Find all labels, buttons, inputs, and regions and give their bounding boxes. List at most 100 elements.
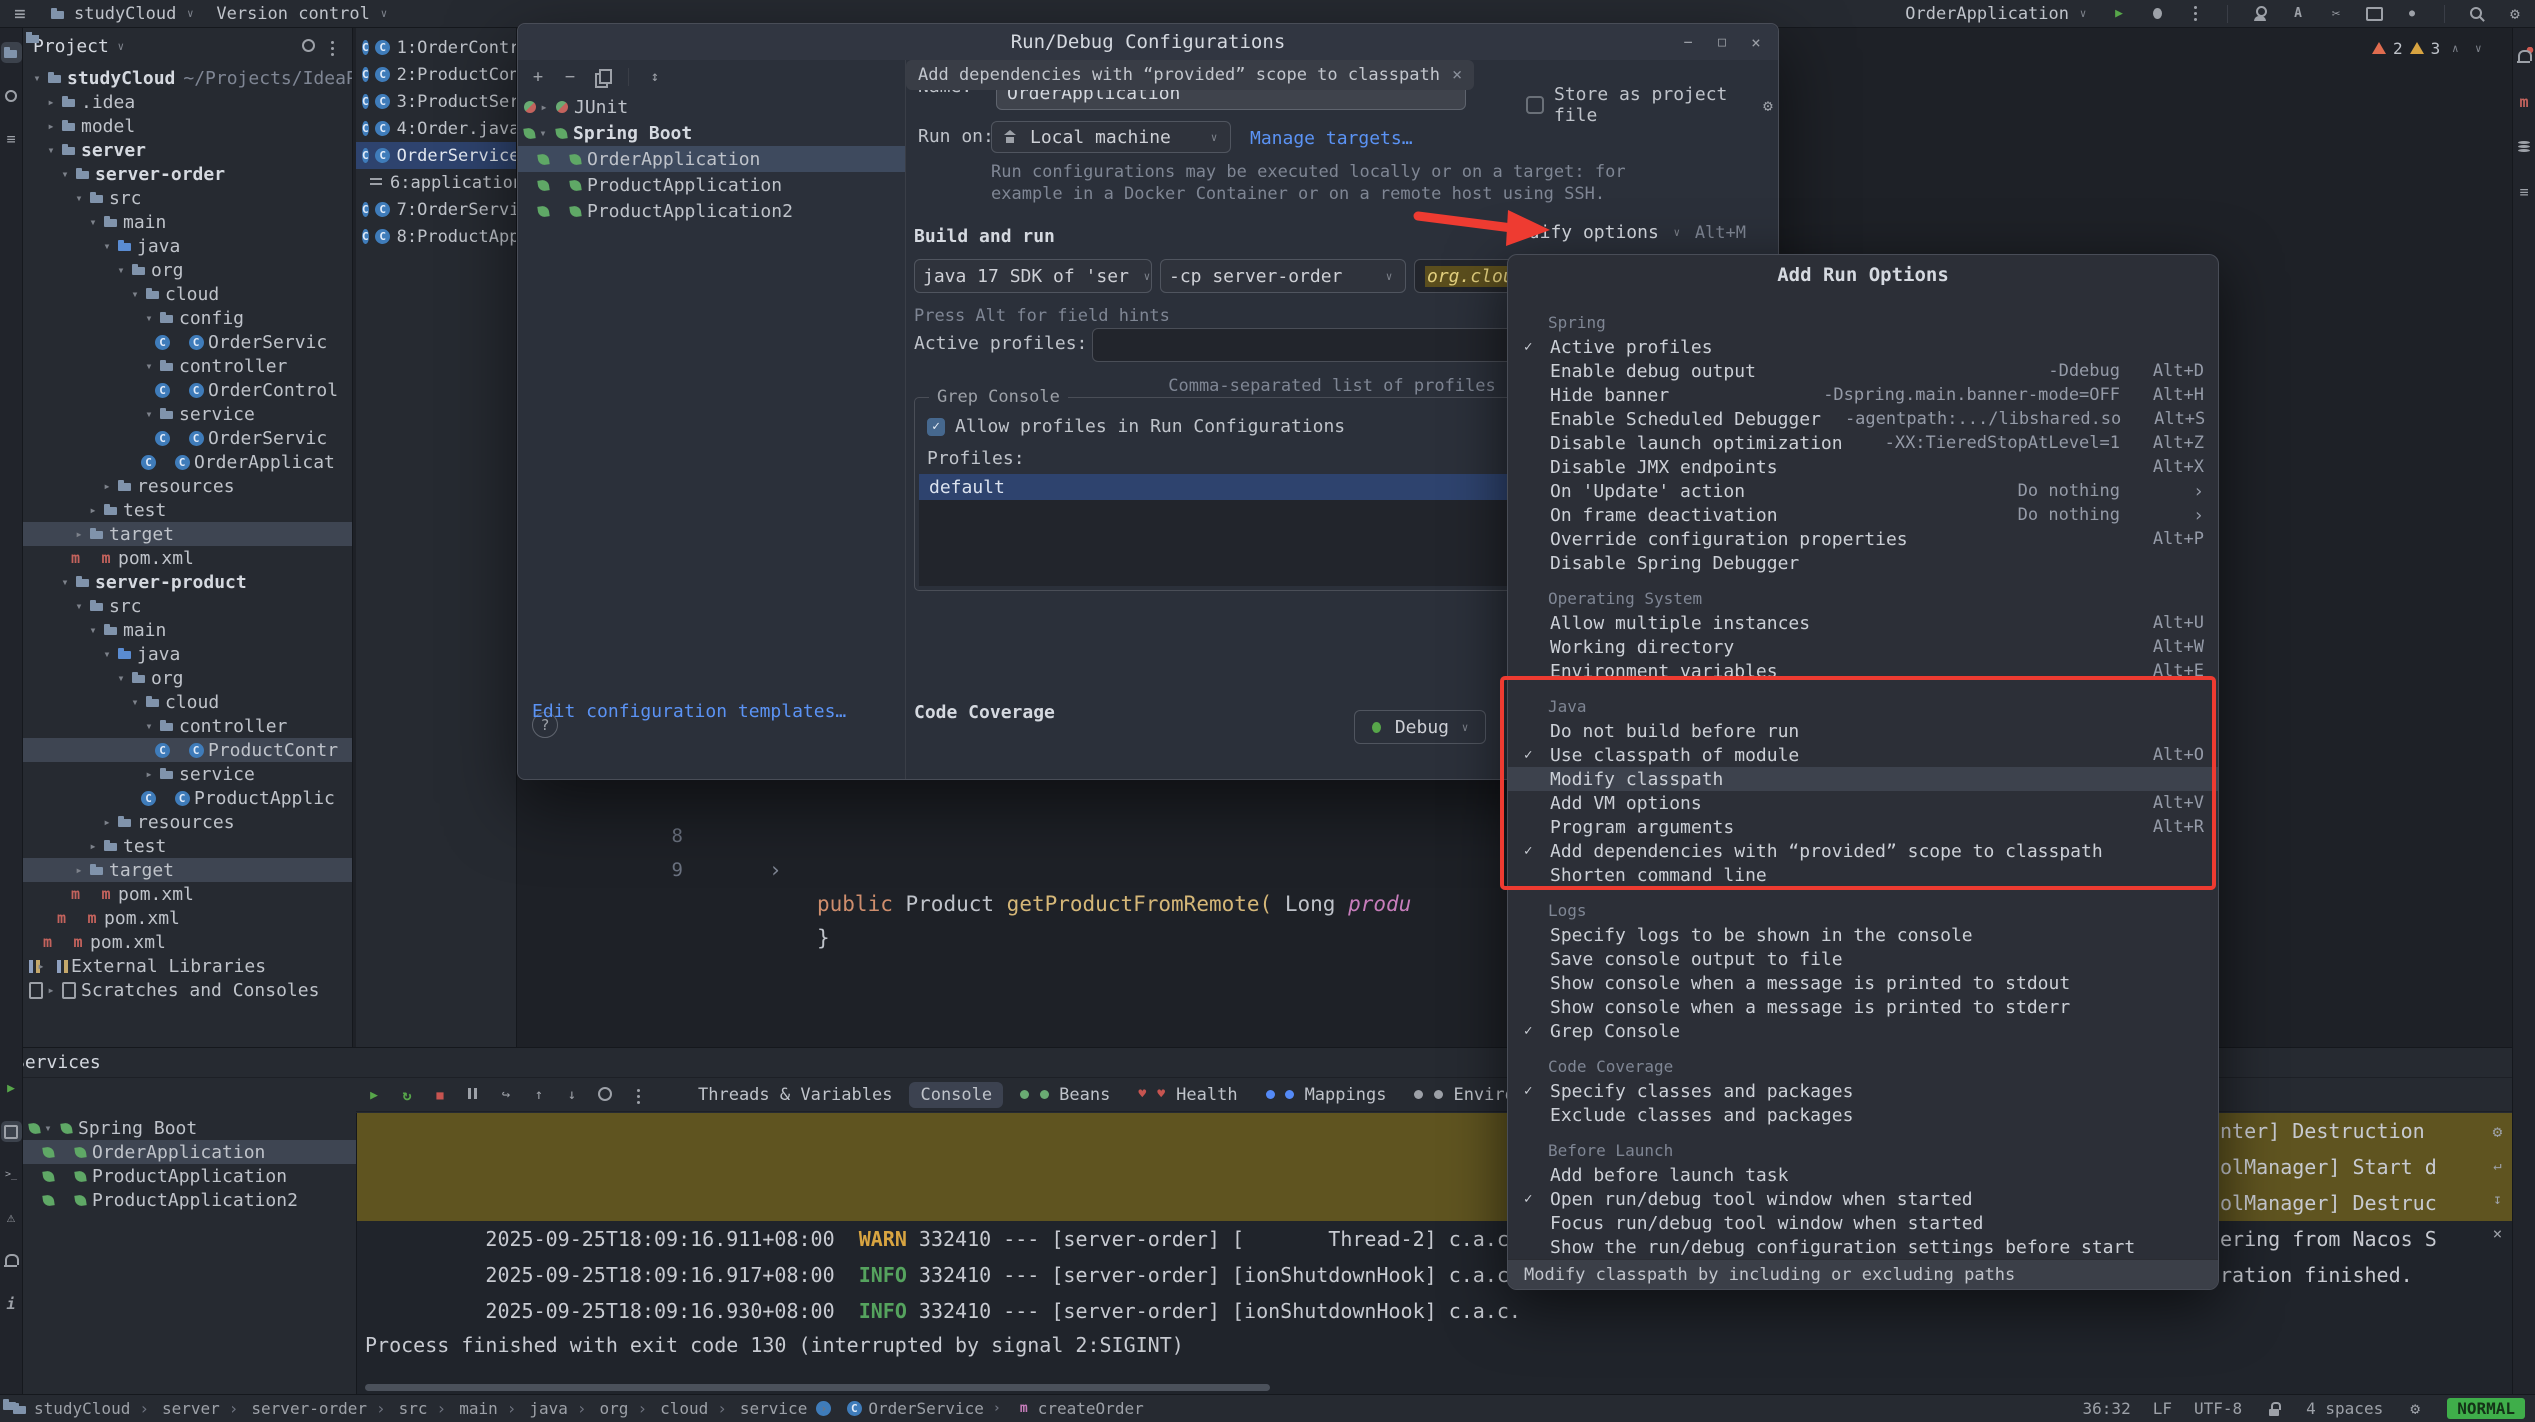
editor-tab[interactable]: 6:application (356, 169, 516, 196)
project-tree-row[interactable]: ProductApplic (23, 786, 352, 810)
project-tree-row[interactable]: config (23, 306, 352, 330)
popup-menu-item[interactable]: On frame deactivation Do nothing (1508, 503, 2218, 527)
popup-menu-item[interactable]: Add VM options Alt+V (1508, 791, 2218, 815)
editor-tab[interactable]: OrderService. (356, 142, 516, 169)
project-tree-row[interactable]: model (23, 114, 352, 138)
popup-menu-item[interactable]: Spring (1508, 309, 2218, 335)
database[interactable] (2514, 136, 2535, 157)
line-separator[interactable]: LF (2153, 1399, 2172, 1418)
breadcrumb-item[interactable]: service (708, 1399, 807, 1418)
services[interactable] (1, 1121, 22, 1142)
prev-problem-icon[interactable] (2447, 38, 2463, 58)
translate[interactable] (2288, 4, 2308, 24)
project-tree-row[interactable]: server-order (23, 162, 352, 186)
popup-menu-item[interactable]: Enable Scheduled Debugger -agentpath:...… (1508, 407, 2218, 431)
console-tab[interactable]: Mappings (1255, 1082, 1398, 1108)
soft-wrap[interactable] (2487, 1155, 2508, 1176)
popup-menu-item[interactable]: Disable Spring Debugger (1508, 551, 2218, 575)
popup-menu-item[interactable]: Specify classes and packages (1508, 1079, 2218, 1103)
editor-tab[interactable]: 4:Order.java (356, 115, 516, 142)
search[interactable] (2467, 4, 2487, 24)
project-tree-row[interactable]: server (23, 138, 352, 162)
vcs-widget[interactable]: Version control (216, 4, 392, 24)
project-tree-row[interactable]: target (23, 858, 352, 882)
project-tree-row[interactable]: pom.xml (23, 906, 352, 930)
project-tree-row[interactable]: cloud (23, 690, 352, 714)
line-number[interactable]: 9 (637, 853, 683, 887)
editor-tab[interactable]: 8:ProductAppl (356, 223, 516, 250)
popup-menu-item[interactable]: Use classpath of module Alt+O (1508, 743, 2218, 767)
popup-menu-item[interactable]: Override configuration properties Alt+P (1508, 527, 2218, 551)
record[interactable] (2402, 4, 2422, 24)
project-tree-row[interactable]: java (23, 642, 352, 666)
dialog-titlebar[interactable]: Run/Debug Configurations (518, 24, 1778, 60)
caret-position[interactable]: 36:32 (2083, 1399, 2131, 1418)
more[interactable] (322, 34, 342, 59)
divider[interactable] (2223, 4, 2232, 24)
arrow-up[interactable] (529, 1084, 549, 1105)
service-tree-row[interactable]: ProductApplication2 (23, 1188, 356, 1212)
run-on-select[interactable]: Local machine (991, 121, 1231, 153)
popup-menu-item[interactable]: Show console when a message is printed t… (1508, 995, 2218, 1019)
editor-tab[interactable]: 2:ProductCont (356, 61, 516, 88)
project-tree-row[interactable]: resources (23, 810, 352, 834)
info[interactable] (1, 1293, 22, 1314)
popup-menu-item[interactable]: Focus run/debug tool window when started (1508, 1211, 2218, 1235)
remove[interactable] (560, 67, 580, 87)
breadcrumb-item[interactable]: cloud (628, 1399, 708, 1418)
popup-menu-item[interactable]: Allow multiple instances Alt+U (1508, 611, 2218, 635)
project-tree-row[interactable]: OrderApplicat (23, 450, 352, 474)
run[interactable] (364, 1084, 384, 1106)
popup-menu-item[interactable]: Add before launch task (1508, 1163, 2218, 1187)
console-tab[interactable]: Beans (1009, 1082, 1121, 1108)
project-tree-row[interactable]: org (23, 666, 352, 690)
terminal[interactable] (1, 1164, 22, 1185)
move[interactable] (645, 67, 665, 87)
project-tree-row[interactable]: controller (23, 714, 352, 738)
configuration-tree-row[interactable]: Spring Boot (518, 120, 905, 146)
user-add[interactable] (2250, 4, 2270, 24)
minimize[interactable] (1678, 32, 1698, 52)
clear[interactable] (2487, 1223, 2508, 1244)
popup-menu-item[interactable]: On 'Update' action Do nothing (1508, 479, 2218, 503)
run-config-selector[interactable]: OrderApplication (1905, 4, 2091, 24)
project-tree-row[interactable]: pom.xml (23, 882, 352, 906)
store-as-project-file[interactable]: Store as project file (1526, 84, 1778, 126)
breadcrumb-item[interactable]: OrderService (807, 1399, 984, 1419)
popup-menu-item[interactable]: Grep Console (1508, 1019, 2218, 1043)
popup-menu-item[interactable]: Save console output to file (1508, 947, 2218, 971)
run[interactable] (2109, 4, 2129, 24)
service-tree-row[interactable]: OrderApplication (23, 1140, 356, 1164)
allow-profiles-option[interactable]: Allow profiles in Run Configurations (927, 416, 1345, 437)
fold-marker-icon[interactable] (769, 853, 782, 887)
indent-setting[interactable]: 4 spaces (2306, 1399, 2383, 1418)
project-tree-row[interactable]: studyCloud ~/Projects/IdeaP (23, 66, 352, 90)
menu-icon[interactable] (10, 4, 30, 24)
project-tree-row[interactable]: cloud (23, 282, 352, 306)
popup-menu-item[interactable]: Enable debug output -Ddebug Alt+D (1508, 359, 2218, 383)
edit-configuration-templates-link[interactable]: Edit configuration templates… (532, 701, 846, 722)
breadcrumb-item[interactable]: java (498, 1399, 568, 1418)
structure[interactable] (2514, 181, 2535, 202)
project[interactable] (1, 42, 22, 63)
service-tree-row[interactable]: Spring Boot (23, 1116, 356, 1140)
problems[interactable] (1, 1207, 22, 1228)
popup-menu-item[interactable]: Logs (1508, 897, 2218, 923)
pause[interactable] (463, 1083, 483, 1107)
jdk-select[interactable]: java 17 SDK of 'ser (914, 259, 1152, 293)
horizontal-scrollbar[interactable] (365, 1384, 1270, 1391)
arrow-down[interactable] (562, 1084, 582, 1105)
copy[interactable] (592, 67, 612, 87)
configuration-tree-row[interactable]: JUnit (518, 94, 905, 120)
bell-badge[interactable] (2514, 46, 2535, 67)
clock[interactable] (595, 1084, 615, 1105)
more[interactable] (628, 1083, 648, 1107)
breadcrumb-item[interactable]: createOrder (984, 1399, 1144, 1419)
chip-close-icon[interactable]: × (1452, 65, 1462, 85)
project-tree-row[interactable]: server-product (23, 570, 352, 594)
configuration-tree-row[interactable]: ProductApplication (518, 172, 905, 198)
project-tree-row[interactable]: OrderServic (23, 330, 352, 354)
project-tree-row[interactable]: pom.xml (23, 930, 352, 954)
project-tree-row[interactable]: service (23, 402, 352, 426)
popup-menu-item[interactable]: Hide banner -Dspring.main.banner-mode=OF… (1508, 383, 2218, 407)
